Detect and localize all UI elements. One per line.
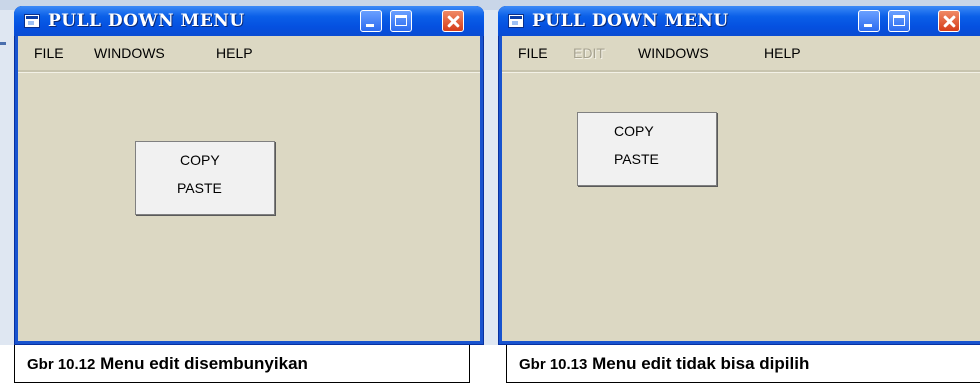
minimize-icon (864, 24, 872, 27)
menu-bar: FILE WINDOWS HELP (18, 36, 480, 72)
window-client-area: FILE WINDOWS HELP COPY PASTE (18, 36, 480, 341)
menu-file[interactable]: FILE (518, 45, 548, 61)
menu-windows[interactable]: WINDOWS (94, 45, 165, 61)
title-bar[interactable]: PULL DOWN MENU (498, 6, 980, 36)
figure-caption: Gbr 10.12 Menu edit disembunyikan (15, 354, 308, 374)
screenshot-panel-right: PULL DOWN MENU FILE EDIT WINDOWS HELP CO… (490, 0, 980, 345)
backdrop-mark (0, 42, 6, 45)
edit-popup-menu: COPY PASTE (577, 112, 717, 186)
close-button[interactable] (442, 10, 464, 32)
app-icon[interactable] (24, 14, 40, 28)
menu-help[interactable]: HELP (764, 45, 801, 61)
window-client-area: FILE EDIT WINDOWS HELP COPY PASTE (502, 36, 980, 341)
window-title: PULL DOWN MENU (48, 11, 245, 31)
maximize-button[interactable] (888, 10, 910, 32)
caption-row: Gbr 10.12 Menu edit disembunyikan Gbr 10… (0, 345, 980, 385)
menu-file[interactable]: FILE (34, 45, 64, 61)
menu-help[interactable]: HELP (216, 45, 253, 61)
maximize-button[interactable] (390, 10, 412, 32)
popup-item-copy[interactable]: COPY (180, 152, 220, 168)
title-bar[interactable]: PULL DOWN MENU (14, 6, 484, 36)
figure-caption: Gbr 10.13 Menu edit tidak bisa dipilih (507, 354, 809, 374)
popup-item-paste[interactable]: PASTE (614, 151, 659, 167)
caption-box-right: Gbr 10.13 Menu edit tidak bisa dipilih (506, 345, 980, 383)
app-window: PULL DOWN MENU FILE WINDOWS HELP COPY PA… (14, 6, 484, 345)
edit-popup-menu: COPY PASTE (135, 141, 275, 215)
figure-number: Gbr 10.12 (27, 355, 96, 373)
menu-windows[interactable]: WINDOWS (638, 45, 709, 61)
figure-caption-text: Menu edit disembunyikan (95, 353, 308, 373)
menu-edit-disabled: EDIT (573, 45, 605, 61)
caption-box-left: Gbr 10.12 Menu edit disembunyikan (14, 345, 470, 383)
menu-bar: FILE EDIT WINDOWS HELP (502, 36, 980, 72)
popup-item-copy[interactable]: COPY (614, 123, 654, 139)
minimize-button[interactable] (858, 10, 880, 32)
maximize-icon (893, 15, 905, 26)
close-button[interactable] (938, 10, 960, 32)
screenshot-panel-left: PULL DOWN MENU FILE WINDOWS HELP COPY PA… (0, 0, 490, 345)
maximize-icon (395, 15, 407, 26)
window-title: PULL DOWN MENU (532, 11, 729, 31)
figure-number: Gbr 10.13 (519, 355, 588, 373)
figure-caption-text: Menu edit tidak bisa dipilih (587, 353, 810, 373)
app-icon[interactable] (508, 14, 524, 28)
popup-item-paste[interactable]: PASTE (177, 180, 222, 196)
minimize-button[interactable] (360, 10, 382, 32)
minimize-icon (366, 24, 374, 27)
app-window: PULL DOWN MENU FILE EDIT WINDOWS HELP CO… (498, 6, 980, 345)
